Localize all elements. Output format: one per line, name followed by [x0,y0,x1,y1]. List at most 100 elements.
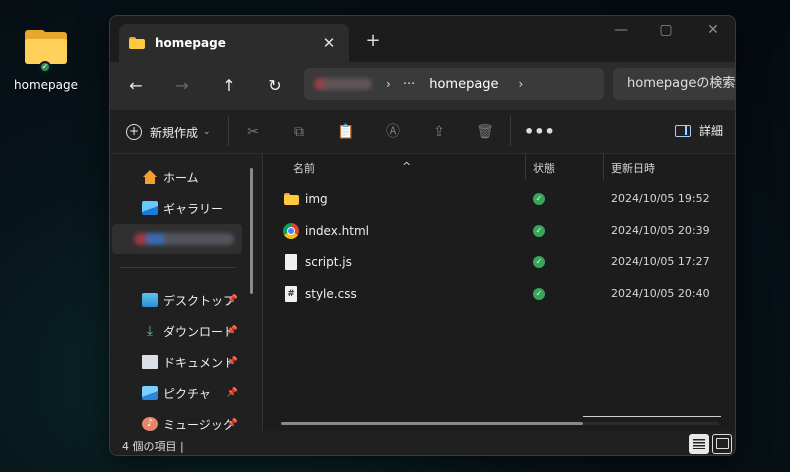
column-header-modified[interactable]: 更新日時 [611,160,655,176]
file-explorer-window: homepage ✕ + — ▢ ✕ ← → ↑ ↻ › ··· homepag… [109,15,736,456]
minimize-button[interactable]: — [606,22,636,38]
sidebar-item-label: ギャラリー [163,201,224,216]
folder-icon [283,191,299,207]
file-name: style.css [305,287,357,301]
desktop-icon [142,293,158,307]
modified-date: 2024/10/05 17:27 [611,255,710,268]
sync-ok-icon: ✓ [533,288,545,300]
chevron-right-icon: › [386,77,391,91]
modified-date: 2024/10/05 20:40 [611,287,710,300]
desktop-folder-homepage[interactable]: ✓ homepage [10,30,82,92]
details-pane-button[interactable]: 詳細 [674,122,723,139]
chrome-html-icon [283,223,299,239]
pin-icon: 📌 [226,326,238,336]
music-icon: ♪ [142,417,158,431]
js-file-icon [285,254,297,270]
chevron-right-icon[interactable]: › [519,77,524,91]
download-icon: ⤓ [146,323,154,339]
sidebar-item-label: ダウンロード [163,324,236,339]
sidebar-item-documents[interactable]: ドキュメント 📌 [110,347,244,377]
breadcrumb-more-button[interactable]: ··· [403,77,415,92]
breadcrumb-homepage[interactable]: homepage [429,77,498,92]
file-name: img [305,192,328,206]
item-count: 4 個の項目 | [122,440,184,453]
share-icon[interactable]: ⇪ [428,122,450,142]
sidebar-item-gallery[interactable]: ギャラリー [110,193,244,223]
sidebar-item-home[interactable]: ホーム [110,162,244,192]
new-tab-button[interactable]: + [362,30,384,51]
large-icons-view-button[interactable] [712,434,732,454]
sidebar-item-label: ドキュメント [163,355,236,370]
redacted-account-name [134,233,234,245]
details-label: 詳細 [698,124,723,138]
delete-icon[interactable]: 🗑 [474,122,496,142]
table-row[interactable]: img ✓ 2024/10/05 19:52 [271,184,731,214]
documents-icon [142,355,158,369]
file-name: index.html [305,224,369,238]
pin-icon: 📌 [226,295,238,305]
details-view-button[interactable] [689,434,709,454]
up-button[interactable]: ↑ [216,74,242,98]
sort-ascending-icon: ^ [402,160,412,173]
copy-icon[interactable]: ⧉ [288,122,310,142]
maximize-button[interactable]: ▢ [651,22,681,38]
new-button[interactable]: + 新規作成 ⌄ [126,120,211,144]
column-header-status[interactable]: 状態 [533,160,555,176]
status-bar: 4 個の項目 | [110,431,735,455]
pictures-icon [142,386,158,400]
sidebar-item-label: ホーム [163,170,199,185]
modified-date: 2024/10/05 20:39 [611,224,710,237]
column-headers: ^ 名前 状態 更新日時 [263,154,735,180]
sidebar-scrollbar[interactable] [250,168,253,294]
sidebar-item-onedrive-account[interactable] [112,224,242,254]
gallery-icon [142,201,158,215]
rename-icon[interactable]: Ⓐ [382,122,404,142]
home-icon [142,170,158,184]
new-button-label: 新規作成 [150,125,199,140]
column-header-name[interactable]: 名前 [293,160,315,176]
redacted-account-crumb [314,78,372,90]
css-file-icon: # [285,286,297,302]
pin-icon: 📌 [226,357,238,367]
command-bar: + 新規作成 ⌄ ✂ ⧉ 📋 Ⓐ ⇪ 🗑 ••• 詳細 [110,110,735,154]
file-name: script.js [305,255,352,269]
sync-ok-icon: ✓ [39,61,51,73]
sync-ok-icon: ✓ [533,225,545,237]
plus-icon: + [126,124,142,140]
search-input[interactable]: homepageの検索 [613,68,735,100]
back-button[interactable]: ← [123,74,149,98]
sidebar-item-label: ピクチャ [163,386,211,401]
sidebar-item-pictures[interactable]: ピクチャ 📌 [110,378,244,408]
table-row[interactable]: index.html ✓ 2024/10/05 20:39 [271,216,731,246]
folder-icon [129,37,145,49]
sidebar-item-desktop[interactable]: デスクトップ 📌 [110,285,244,315]
sidebar-item-label: ミュージック [163,417,235,432]
pin-icon: 📌 [226,388,238,398]
pin-icon: 📌 [226,419,238,429]
folder-icon: ✓ [25,30,67,73]
paste-icon[interactable]: 📋 [335,122,357,142]
refresh-button[interactable]: ↻ [262,74,288,98]
desktop-icon-label: homepage [14,78,78,92]
title-bar: homepage ✕ + — ▢ ✕ [110,16,735,62]
tab-close-button[interactable]: ✕ [319,34,339,52]
navigation-pane: ホーム ギャラリー デスクトップ 📌 ⤓ ダウンロード 📌 ドキュメント 📌 ピ… [110,154,262,432]
cut-icon[interactable]: ✂ [242,122,264,142]
file-list: ^ 名前 状態 更新日時 img ✓ 2024/10/05 19:52 inde… [263,154,735,431]
chevron-down-icon: ⌄ [203,127,211,137]
tab-title: homepage [155,36,226,50]
modified-date: 2024/10/05 19:52 [611,192,710,205]
forward-button[interactable]: → [169,74,195,98]
close-window-button[interactable]: ✕ [698,22,728,38]
sync-ok-icon: ✓ [533,193,545,205]
details-pane-icon [674,124,691,137]
table-row[interactable]: # style.css ✓ 2024/10/05 20:40 [271,279,731,309]
sidebar-item-label: デスクトップ [163,293,236,308]
more-options-button[interactable]: ••• [524,122,555,142]
tab-homepage[interactable]: homepage ✕ [119,24,349,62]
table-row[interactable]: script.js ✓ 2024/10/05 17:27 [271,247,731,277]
sidebar-item-downloads[interactable]: ⤓ ダウンロード 📌 [110,316,244,346]
horizontal-scrollbar[interactable] [281,422,583,425]
address-bar[interactable]: › ··· homepage › [304,68,604,100]
navigation-bar: ← → ↑ ↻ › ··· homepage › homepageの検索 [110,62,735,110]
